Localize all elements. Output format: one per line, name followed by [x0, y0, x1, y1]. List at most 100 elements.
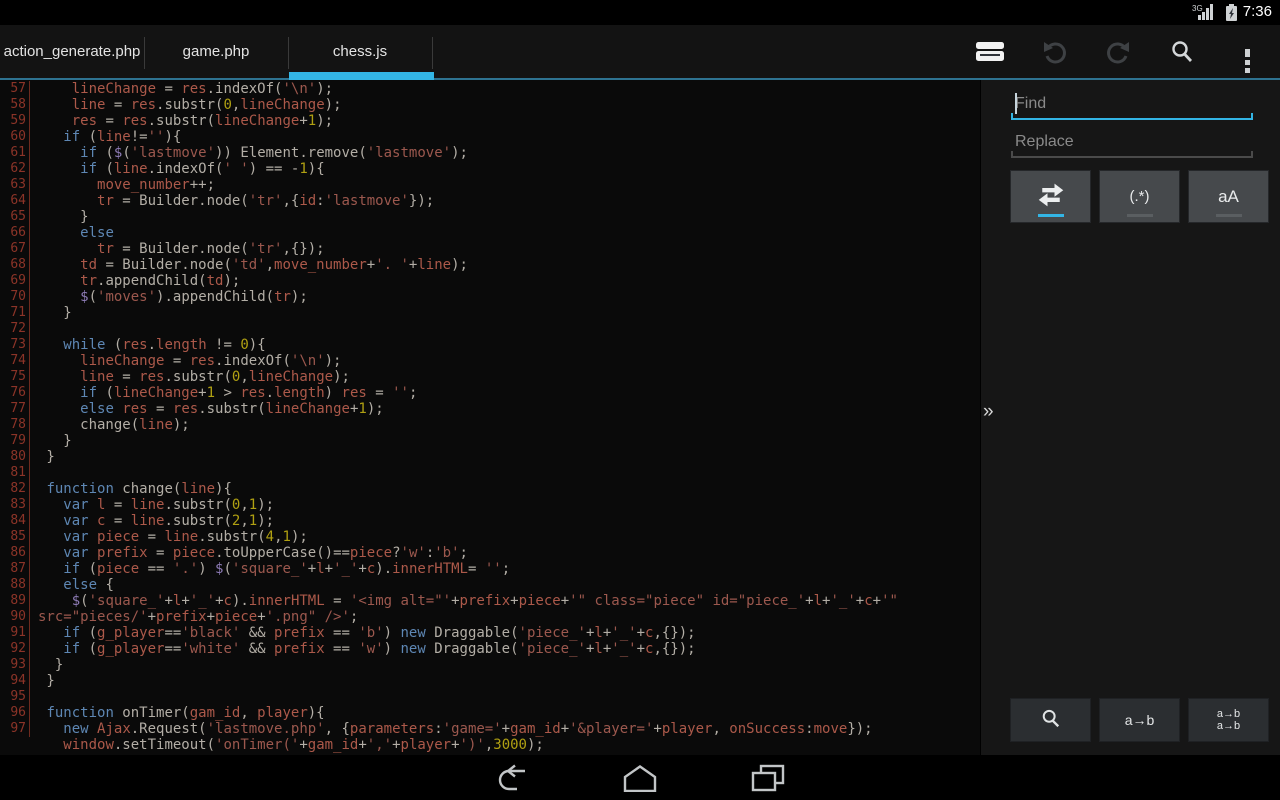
code-line[interactable]: 94 }: [0, 673, 980, 689]
replace-all-button[interactable]: a→b a→b: [1188, 698, 1269, 742]
code-line[interactable]: 67 tr = Builder.node('tr',{});: [0, 241, 980, 257]
find-replace-panel: (.*) aA » a→b a→b a→b: [980, 80, 1280, 755]
code-line[interactable]: 88 else {: [0, 577, 980, 593]
code-text: var prefix = piece.toUpperCase()==piece?…: [30, 545, 468, 561]
code-line[interactable]: 72: [0, 321, 980, 337]
code-line[interactable]: window.setTimeout('onTimer('+gam_id+','+…: [0, 737, 980, 753]
code-line[interactable]: 84 var c = line.substr(2,1);: [0, 513, 980, 529]
back-icon[interactable]: [493, 762, 531, 794]
code-line[interactable]: 69 tr.appendChild(td);: [0, 273, 980, 289]
code-line[interactable]: 59 res = res.substr(lineChange+1);: [0, 113, 980, 129]
code-text: new Ajax.Request('lastmove.php', {parame…: [30, 721, 873, 737]
code-line[interactable]: 81: [0, 465, 980, 481]
code-text: tr = Builder.node('tr',{});: [30, 241, 325, 257]
find-next-button[interactable]: [1010, 698, 1091, 742]
code-line[interactable]: 57 lineChange = res.indexOf('\n');: [0, 81, 980, 97]
replace-one-button[interactable]: a→b: [1099, 698, 1180, 742]
code-line[interactable]: 66 else: [0, 225, 980, 241]
code-text: while (res.length != 0){: [30, 337, 266, 353]
code-area[interactable]: 57 lineChange = res.indexOf('\n');58 lin…: [0, 80, 980, 756]
replace-underline: [1011, 156, 1253, 158]
replace-input[interactable]: [1011, 126, 1253, 158]
code-line[interactable]: 89 $('square_'+l+'_'+c).innerHTML = '<im…: [0, 593, 980, 609]
line-number: 77: [0, 401, 30, 417]
code-text: else: [30, 225, 114, 241]
code-line[interactable]: 76 if (lineChange+1 > res.length) res = …: [0, 385, 980, 401]
find-input[interactable]: [1011, 88, 1253, 120]
undo-icon[interactable]: [1029, 25, 1081, 78]
find-field[interactable]: [1011, 88, 1253, 120]
code-text: else {: [30, 577, 114, 593]
code-line[interactable]: 71 }: [0, 305, 980, 321]
code-line[interactable]: 87 if (piece == '.') $('square_'+l+'_'+c…: [0, 561, 980, 577]
code-line[interactable]: 79 }: [0, 433, 980, 449]
code-line[interactable]: 78 change(line);: [0, 417, 980, 433]
code-line[interactable]: 68 td = Builder.node('td',move_number+'.…: [0, 257, 980, 273]
line-number: 78: [0, 417, 30, 433]
code-text: if ($('lastmove')) Element.remove('lastm…: [30, 145, 468, 161]
code-line[interactable]: 61 if ($('lastmove')) Element.remove('la…: [0, 145, 980, 161]
code-line[interactable]: 95: [0, 689, 980, 705]
code-line[interactable]: 63 move_number++;: [0, 177, 980, 193]
code-line[interactable]: 97 new Ajax.Request('lastmove.php', {par…: [0, 721, 980, 737]
redo-icon[interactable]: [1092, 25, 1144, 78]
overflow-menu-icon[interactable]: [1221, 25, 1273, 78]
code-line[interactable]: 96 function onTimer(gam_id, player){: [0, 705, 980, 721]
replace-field[interactable]: [1011, 126, 1253, 158]
wrap-around-toggle[interactable]: [1010, 170, 1091, 223]
code-line[interactable]: 60 if (line!=''){: [0, 129, 980, 145]
line-number: 88: [0, 577, 30, 593]
code-line[interactable]: 86 var prefix = piece.toUpperCase()==pie…: [0, 545, 980, 561]
line-number: 68: [0, 257, 30, 273]
code-line[interactable]: 65 }: [0, 209, 980, 225]
code-line[interactable]: 82 function change(line){: [0, 481, 980, 497]
search-icon[interactable]: [1156, 25, 1208, 78]
line-number: 92: [0, 641, 30, 657]
code-line[interactable]: 73 while (res.length != 0){: [0, 337, 980, 353]
code-line[interactable]: 92 if (g_player=='white' && prefix == 'w…: [0, 641, 980, 657]
line-number: 71: [0, 305, 30, 321]
code-text: if (line.indexOf(' ') == -1){: [30, 161, 325, 177]
line-number: 82: [0, 481, 30, 497]
cellular-signal-icon: 3G: [1192, 4, 1214, 26]
code-line[interactable]: 75 line = res.substr(0,lineChange);: [0, 369, 980, 385]
code-text: var c = line.substr(2,1);: [30, 513, 274, 529]
code-line[interactable]: 77 else res = res.substr(lineChange+1);: [0, 401, 980, 417]
tab-action_generate.php[interactable]: action_generate.php: [0, 25, 144, 78]
collapse-panel-chevron-icon[interactable]: »: [983, 402, 994, 421]
regex-toggle[interactable]: (.*): [1099, 170, 1180, 223]
recents-icon[interactable]: [749, 762, 787, 794]
code-line[interactable]: 74 lineChange = res.indexOf('\n');: [0, 353, 980, 369]
line-number: 67: [0, 241, 30, 257]
code-line[interactable]: 85 var piece = line.substr(4,1);: [0, 529, 980, 545]
code-line[interactable]: 83 var l = line.substr(0,1);: [0, 497, 980, 513]
code-line[interactable]: 93 }: [0, 657, 980, 673]
code-line[interactable]: 70 $('moves').appendChild(tr);: [0, 289, 980, 305]
toggle-indicator: [1127, 214, 1153, 217]
active-tab-underline: [289, 72, 434, 80]
code-line[interactable]: 58 line = res.substr(0,lineChange);: [0, 97, 980, 113]
code-line[interactable]: 90src="pieces/'+prefix+piece+'.png" />';: [0, 609, 980, 625]
code-text: if (lineChange+1 > res.length) res = '';: [30, 385, 417, 401]
tab-chess.js[interactable]: chess.js: [288, 25, 432, 78]
home-icon[interactable]: [621, 762, 659, 794]
battery-charging-icon: [1225, 4, 1238, 27]
line-number: 91: [0, 625, 30, 641]
code-line[interactable]: 91 if (g_player=='black' && prefix == 'b…: [0, 625, 980, 641]
code-line[interactable]: 64 tr = Builder.node('tr',{id:'lastmove'…: [0, 193, 980, 209]
tab-separator: [144, 37, 145, 69]
code-line[interactable]: 62 if (line.indexOf(' ') == -1){: [0, 161, 980, 177]
line-number: 75: [0, 369, 30, 385]
code-text: src="pieces/'+prefix+piece+'.png" />';: [30, 609, 358, 625]
save-icon[interactable]: [964, 25, 1016, 78]
tab-game.php[interactable]: game.php: [144, 25, 288, 78]
line-number: 95: [0, 689, 30, 705]
line-number: 96: [0, 705, 30, 721]
line-number: 86: [0, 545, 30, 561]
code-line[interactable]: 80 }: [0, 449, 980, 465]
match-case-toggle[interactable]: aA: [1188, 170, 1269, 223]
code-text: change(line);: [30, 417, 190, 433]
line-number: 79: [0, 433, 30, 449]
line-number: 80: [0, 449, 30, 465]
line-number: 97: [0, 721, 30, 737]
